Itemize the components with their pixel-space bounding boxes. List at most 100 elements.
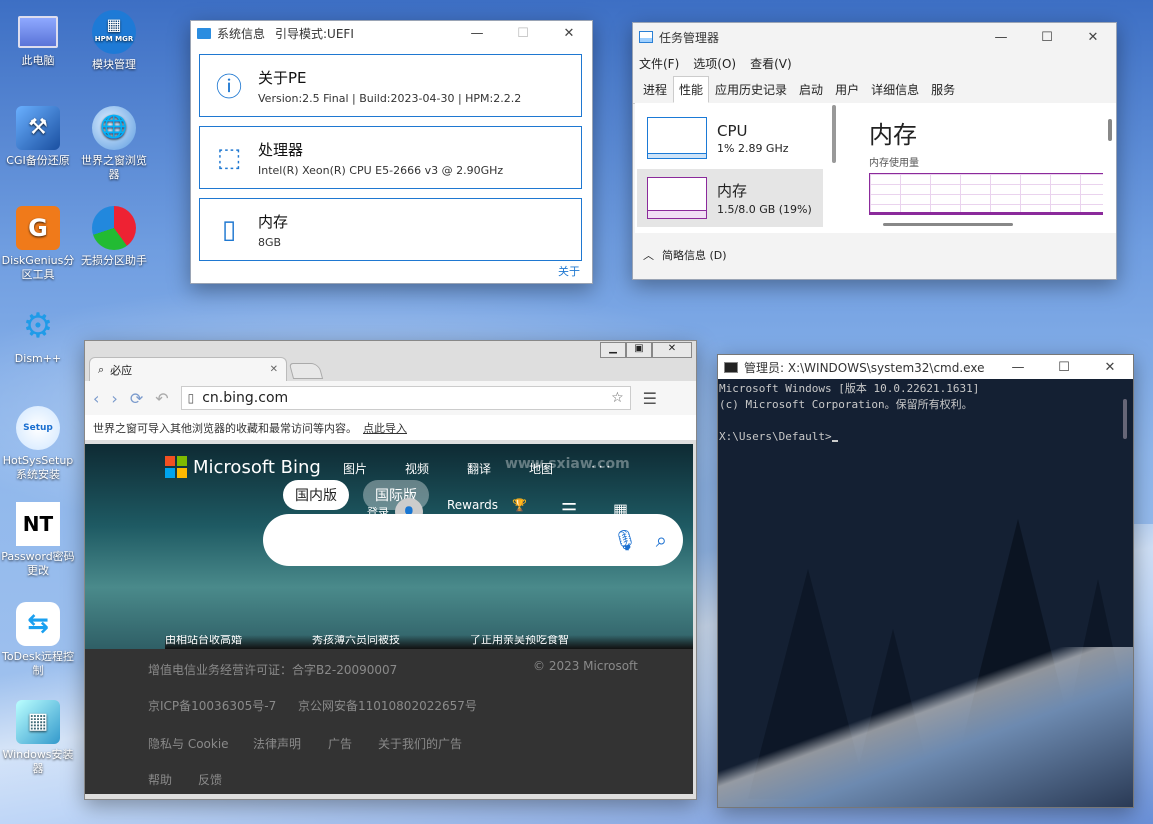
maximize-button[interactable]: ☐: [500, 26, 546, 41]
maximize-button[interactable]: ☐: [1041, 360, 1087, 375]
sysinfo-titlebar[interactable]: 系统信息 引导模式:UEFI — ☐ ✕: [191, 21, 592, 45]
tab-startup[interactable]: 启动: [793, 76, 829, 103]
microphone-icon[interactable]: 🎙: [612, 528, 637, 552]
footer-legal[interactable]: 法律声明: [253, 735, 301, 752]
resource-cpu[interactable]: CPU 1% 2.89 GHz: [637, 109, 823, 167]
taskmgr-app-icon: [639, 31, 653, 43]
search-icon[interactable]: ⌕: [656, 528, 667, 552]
sysinfo-window: 系统信息 引导模式:UEFI — ☐ ✕ ⓘ 关于PE Version:2.5 …: [190, 20, 593, 284]
nav-videos[interactable]: 视频: [405, 460, 429, 477]
desktop-icon-browser[interactable]: 🌐 世界之窗浏览器: [76, 106, 152, 182]
footer-icp[interactable]: 京ICP备10036305号-7: [148, 697, 276, 714]
address-bar[interactable]: ▯ cn.bing.com ☆: [180, 386, 631, 410]
search-icon: ⌕: [98, 362, 105, 376]
taskmgr-titlebar[interactable]: 任务管理器 — ☐ ✕: [633, 23, 1116, 51]
cmd-window: 管理员: X:\WINDOWS\system32\cmd.exe — ☐ ✕ M…: [717, 354, 1134, 808]
desktop-icon-todesk[interactable]: ⇆ ToDesk远程控制: [0, 602, 76, 678]
search-box[interactable]: 🎙 ⌕: [263, 514, 683, 566]
card-about-pe[interactable]: ⓘ 关于PE Version:2.5 Final | Build:2023-04…: [199, 54, 582, 117]
close-button[interactable]: ✕: [1070, 30, 1116, 45]
footer-about-ads[interactable]: 关于我们的广告: [378, 735, 462, 752]
boot-mode: 引导模式:UEFI: [275, 26, 354, 41]
card-title: 关于PE: [258, 68, 307, 87]
console-line: Microsoft Windows [版本 10.0.22621.1631]: [719, 382, 980, 395]
cpu-icon: ⬚: [216, 142, 242, 173]
maximize-button[interactable]: ☐: [1024, 30, 1070, 45]
card-detail: Version:2.5 Final | Build:2023-04-30 | H…: [258, 91, 522, 105]
menu-icon[interactable]: ☰: [643, 389, 657, 408]
new-tab-button[interactable]: [288, 363, 324, 379]
desktop-icon-this-pc[interactable]: 此电脑: [0, 12, 76, 68]
restore-button[interactable]: ▣: [626, 342, 652, 358]
star-icon[interactable]: ☆: [611, 390, 624, 406]
menu-file[interactable]: 文件(F): [639, 55, 679, 72]
minimize-button[interactable]: —: [454, 26, 500, 41]
desktop-icon-hotsyssetup[interactable]: Setup HotSysSetup系统安装: [0, 406, 76, 482]
back-button[interactable]: ‹: [93, 389, 99, 408]
footer-police[interactable]: 京公网安备11010802022657号: [298, 697, 477, 714]
cmd-scrollbar[interactable]: [1123, 399, 1127, 439]
cmd-titlebar[interactable]: 管理员: X:\WINDOWS\system32\cmd.exe — ☐ ✕: [718, 355, 1133, 379]
news-item[interactable]: 由相站台收高婚: [165, 635, 242, 649]
rewards-link[interactable]: Rewards 🏆: [447, 498, 527, 512]
desktop-icon-password[interactable]: NT Password密码更改: [0, 502, 76, 578]
nav-translate[interactable]: 翻译: [467, 460, 491, 477]
about-link[interactable]: 关于: [558, 263, 580, 279]
card-memory[interactable]: ▯ 内存 8GB: [199, 198, 582, 261]
menu-view[interactable]: 查看(V): [750, 55, 792, 72]
right-scrollbar[interactable]: [1108, 119, 1112, 141]
desktop-icon-dism[interactable]: ⚙ Dism++: [0, 304, 76, 366]
microsoft-logo-icon: [165, 456, 187, 478]
footer-privacy[interactable]: 隐私与 Cookie: [148, 735, 229, 752]
footer-ads[interactable]: 广告: [328, 735, 352, 752]
cgi-tools-icon: ⚒: [16, 106, 60, 150]
card-title: 处理器: [258, 140, 304, 159]
tab-users[interactable]: 用户: [829, 76, 865, 103]
desktop-icon-windows-installer[interactable]: ▦ Windows安装器: [0, 700, 76, 776]
menu-options[interactable]: 选项(O): [693, 55, 736, 72]
news-item[interactable]: 了正用亲吴预吃食智: [470, 635, 569, 649]
minimize-button[interactable]: ▁: [600, 342, 626, 358]
console-output[interactable]: Microsoft Windows [版本 10.0.22621.1631] (…: [718, 379, 1133, 807]
tab-app-history[interactable]: 应用历史记录: [709, 76, 793, 103]
minimize-button[interactable]: —: [995, 360, 1041, 375]
gears-icon: ⚙: [22, 306, 54, 346]
tab-close-icon[interactable]: ✕: [270, 364, 278, 375]
left-scrollbar[interactable]: [832, 105, 836, 163]
reload-button[interactable]: ⟳: [130, 389, 143, 408]
tab-details[interactable]: 详细信息: [865, 76, 925, 103]
tab-title: 必应: [110, 363, 133, 377]
minimize-button[interactable]: —: [978, 30, 1024, 45]
import-link[interactable]: 点此导入: [363, 420, 407, 436]
nav-images[interactable]: 图片: [343, 460, 367, 477]
tab-processes[interactable]: 进程: [637, 76, 673, 103]
close-button[interactable]: ✕: [1087, 360, 1133, 375]
chevron-up-icon: ︿: [643, 249, 654, 262]
summary-toggle[interactable]: ︿ 简略信息 (D): [643, 247, 727, 263]
close-button[interactable]: ✕: [546, 26, 592, 41]
resource-memory[interactable]: 内存 1.5/8.0 GB (19%): [637, 169, 823, 227]
tab-services[interactable]: 服务: [925, 76, 961, 103]
close-button[interactable]: ✕: [652, 342, 692, 358]
window-title: 管理员: X:\WINDOWS\system32\cmd.exe: [744, 360, 985, 375]
tab-performance[interactable]: 性能: [673, 76, 710, 103]
bing-logo[interactable]: Microsoft Bing: [165, 456, 321, 478]
desktop-icon-cgi[interactable]: ⚒ CGI备份还原: [0, 106, 76, 168]
forward-button[interactable]: ›: [111, 389, 117, 408]
footer-feedback[interactable]: 反馈: [198, 771, 222, 788]
panel-hscrollbar[interactable]: [883, 223, 1013, 226]
undo-button[interactable]: ↶: [155, 389, 168, 408]
desktop-icon-partition-assistant[interactable]: 无损分区助手: [76, 206, 152, 268]
news-item[interactable]: 秀孩薄六员同被技: [312, 635, 400, 649]
footer-help[interactable]: 帮助: [148, 771, 172, 788]
desktop-icon-diskgenius[interactable]: G DiskGenius分区工具: [0, 206, 76, 282]
card-detail: Intel(R) Xeon(R) CPU E5-2666 v3 @ 2.90GH…: [258, 163, 504, 177]
version-cn-button[interactable]: 国内版: [283, 480, 349, 510]
desktop-icon-module-manager[interactable]: ▦ HPM MGR 模块管理: [76, 10, 152, 72]
browser-window-controls: ▁ ▣ ✕: [600, 342, 692, 358]
browser-tab[interactable]: ⌕ 必应 ✕: [89, 357, 287, 381]
perf-area: CPU 1% 2.89 GHz 内存 1.5/8.0 GB (19%) 内存 内…: [635, 103, 1116, 233]
bing-logo-text: Microsoft Bing: [193, 456, 321, 478]
detail-panel: 内存 内存使用量: [843, 103, 1105, 233]
card-processor[interactable]: ⬚ 处理器 Intel(R) Xeon(R) CPU E5-2666 v3 @ …: [199, 126, 582, 189]
